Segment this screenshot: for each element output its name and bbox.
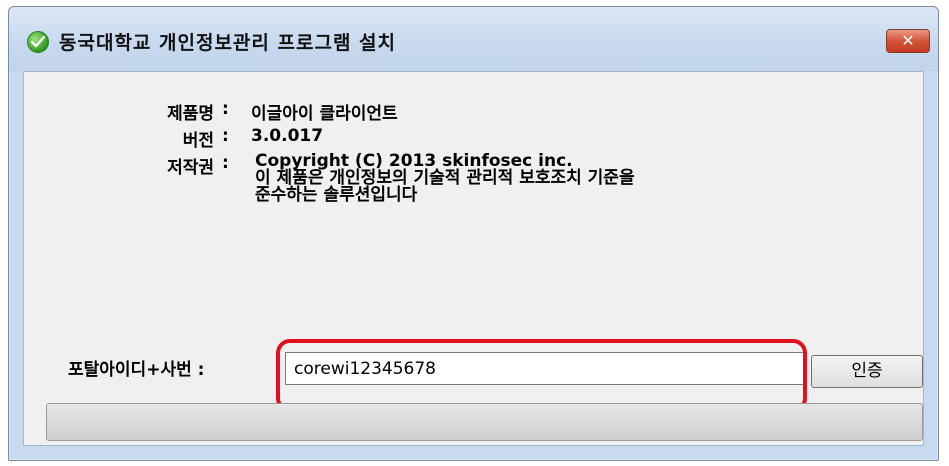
version-colon: : <box>222 126 229 146</box>
version-value: 3.0.017 <box>251 126 324 146</box>
installer-window: 동국대학교 개인정보관리 프로그램 설치 ✕ 제품명 : 이글아이 클라이언트 … <box>8 6 939 461</box>
window-title: 동국대학교 개인정보관리 프로그램 설치 <box>59 32 397 54</box>
portal-id-label: 포탈아이디+사번 : <box>68 360 205 380</box>
title-bar: 동국대학교 개인정보관리 프로그램 설치 ✕ <box>9 7 938 71</box>
version-label: 버전 <box>182 131 214 151</box>
copyright-label: 저작권 <box>167 158 214 178</box>
content-panel: 제품명 : 이글아이 클라이언트 버전 : 3.0.017 저작권 : Copy… <box>23 71 924 446</box>
product-row: 제품명 : 이글아이 클라이언트 <box>104 99 504 124</box>
authenticate-button[interactable]: 인증 <box>811 355 923 388</box>
copyright-text: Copyright (C) 2013 skinfosec inc. 이 제품은 … <box>255 153 635 204</box>
product-colon: : <box>222 99 229 119</box>
portal-id-input[interactable] <box>285 352 807 385</box>
product-value: 이글아이 클라이언트 <box>251 104 398 124</box>
install-progress-bar <box>46 403 923 441</box>
copyright-line-3: 준수하는 솔루션입니다 <box>255 185 418 205</box>
close-button[interactable]: ✕ <box>886 29 930 53</box>
copyright-colon: : <box>222 153 229 173</box>
copyright-row: 저작권 : <box>104 153 244 178</box>
product-label: 제품명 <box>167 104 214 124</box>
version-row: 버전 : 3.0.017 <box>104 126 504 151</box>
close-icon: ✕ <box>901 31 915 50</box>
check-icon <box>27 31 49 53</box>
